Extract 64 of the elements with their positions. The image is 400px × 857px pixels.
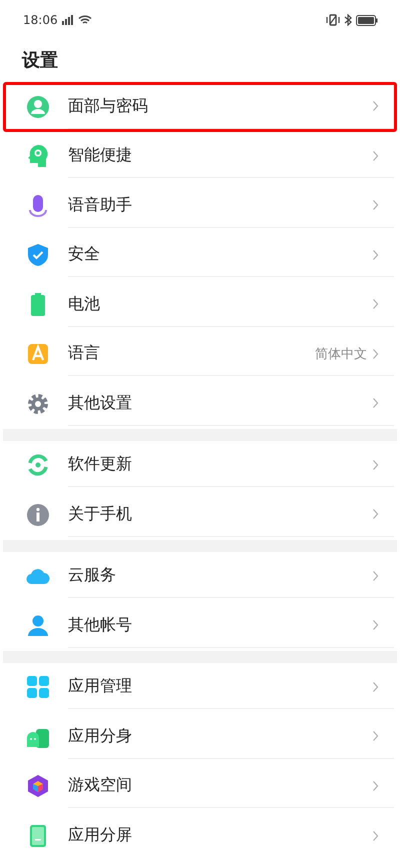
item-label: 应用管理 (68, 676, 133, 698)
vibrate-icon (326, 14, 340, 26)
settings-item[interactable]: 应用管理 (3, 662, 397, 712)
settings-item[interactable]: 其他帐号 (3, 601, 397, 650)
refresh-icon (26, 453, 50, 478)
battery-icon (356, 14, 378, 26)
settings-item[interactable]: 语音助手 (3, 181, 397, 230)
settings-item[interactable]: 语言 简体中文 (3, 330, 397, 379)
chevron-icon (373, 509, 378, 520)
settings-item[interactable]: 面部与密码 (3, 82, 397, 132)
grid-icon (26, 675, 50, 700)
settings-item[interactable]: 云服务 (3, 552, 397, 601)
item-value: 简体中文 (315, 346, 367, 363)
item-label: 软件更新 (68, 454, 133, 476)
item-label: 关于手机 (68, 504, 133, 525)
settings-item[interactable]: 电池 (3, 280, 397, 330)
chevron-icon (373, 101, 378, 112)
item-label: 面部与密码 (68, 96, 149, 117)
person-silhouette-icon (26, 614, 50, 638)
microphone-icon (26, 194, 50, 218)
item-label: 其他帐号 (68, 614, 133, 636)
chevron-icon (373, 398, 378, 408)
settings-item[interactable]: 其他设置 (3, 379, 397, 428)
settings-item[interactable]: 软件更新 (3, 440, 397, 490)
letter-a-icon (26, 342, 50, 366)
chevron-icon (373, 731, 378, 742)
item-label: 语音助手 (68, 194, 133, 216)
item-label: 语言 (68, 343, 101, 364)
chevron-icon (373, 150, 378, 161)
status-time: 18:06 (23, 13, 58, 27)
item-label: 云服务 (68, 565, 117, 586)
cube-icon (26, 774, 50, 798)
item-label: 电池 (68, 294, 101, 315)
item-label: 应用分屏 (68, 825, 133, 846)
chevron-icon (373, 348, 378, 359)
chevron-icon (373, 200, 378, 210)
item-label: 其他设置 (68, 392, 133, 414)
item-label: 智能便捷 (68, 145, 133, 166)
chevron-icon (373, 780, 378, 791)
chevron-icon (373, 250, 378, 260)
robot-head-icon (26, 144, 50, 168)
item-label: 游戏空间 (68, 775, 133, 796)
settings-item[interactable]: 应用分屏 (3, 811, 397, 857)
gear-icon (26, 392, 50, 416)
settings-item[interactable]: 智能便捷 (3, 132, 397, 181)
chevron-icon (373, 299, 378, 310)
item-label: 应用分身 (68, 726, 133, 747)
signal-icon (62, 15, 74, 25)
settings-item[interactable]: 游戏空间 (3, 762, 397, 811)
chevron-icon (373, 620, 378, 630)
page-title: 设置 (20, 49, 59, 73)
settings-item[interactable]: 应用分身 (3, 712, 397, 762)
chevron-icon (373, 682, 378, 692)
person-icon (26, 94, 50, 119)
item-label: 安全 (68, 244, 101, 266)
info-icon (26, 502, 50, 527)
wifi-icon (78, 15, 92, 25)
shield-icon (26, 243, 50, 268)
chevron-icon (373, 570, 378, 581)
chevron-icon (373, 460, 378, 470)
chevron-icon (373, 830, 378, 841)
bluetooth-icon (344, 14, 352, 26)
settings-item[interactable]: 安全 (3, 230, 397, 280)
settings-item[interactable]: 关于手机 (3, 490, 397, 540)
